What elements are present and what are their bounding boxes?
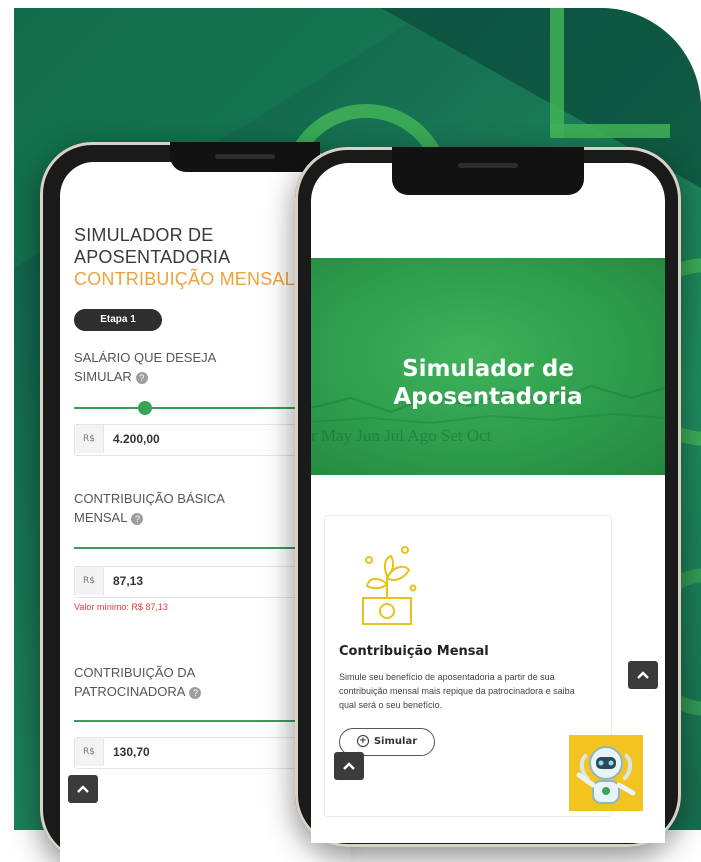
chevron-up-icon	[77, 785, 89, 793]
field-label-basic-contribution: CONTRIBUIÇÃO BÁSICA MENSAL?	[74, 489, 225, 527]
left-phone-notch	[170, 142, 320, 172]
field-label-sponsor-contribution: CONTRIBUIÇÃO DA PATROCINADORA?	[74, 663, 202, 701]
decor-line	[550, 8, 564, 138]
speaker-grille	[458, 163, 518, 168]
sponsor-contribution-value[interactable]: 130,70	[113, 738, 150, 766]
help-circle-icon[interactable]: ?	[189, 686, 202, 699]
right-phone-notch	[392, 147, 584, 195]
card-title: Contribuição Mensal	[339, 644, 489, 659]
robot-assistant-graphic	[576, 746, 636, 804]
field-label-text: PATROCINADORA	[74, 684, 186, 699]
speaker-grille	[215, 154, 275, 159]
chevron-up-icon	[637, 671, 649, 679]
hero-title-line: Simulador de	[402, 356, 574, 382]
hero-banner: r May Jun Jul Ago Set Oct Simulador de A…	[311, 258, 665, 475]
help-circle-icon[interactable]: ?	[131, 512, 144, 525]
help-circle-icon[interactable]: ?	[135, 371, 148, 384]
currency-prefix: R$	[75, 738, 104, 766]
field-label-text: MENSAL	[74, 510, 128, 525]
salary-value[interactable]: 4.200,00	[113, 425, 160, 453]
field-label-line: CONTRIBUIÇÃO DA	[74, 665, 196, 680]
field-label-line: SIMULAR?	[74, 367, 216, 386]
field-label-line: CONTRIBUIÇÃO BÁSICA	[74, 491, 225, 506]
basic-contribution-value[interactable]: 87,13	[113, 567, 143, 595]
simulator-title-line2: APOSENTADORIA	[74, 247, 231, 267]
step-badge: Etapa 1	[74, 309, 162, 331]
plus-circle-icon: +	[356, 735, 369, 747]
hero-background-months: r May Jun Jul Ago Set Oct	[311, 426, 492, 445]
field-label-salary: SALÁRIO QUE DESEJA SIMULAR?	[74, 348, 216, 386]
card-description: Simule seu benefício de aposentadoria a …	[339, 672, 575, 710]
simulator-title: SIMULADOR DE APOSENTADORIA CONTRIBUIÇÃO …	[74, 224, 295, 290]
simulate-button-label: Simular	[373, 736, 418, 747]
right-scroll-top-button[interactable]	[628, 661, 658, 689]
basic-contribution-error: Valor mínimo: R$ 87,13	[74, 602, 168, 612]
simulator-title-line1: SIMULADOR DE	[74, 225, 214, 245]
currency-prefix: R$	[75, 425, 104, 453]
hero-title-line: Aposentadoria	[393, 384, 583, 410]
chevron-up-icon	[343, 762, 355, 770]
currency-prefix: R$	[75, 567, 104, 595]
simulator-subtitle: CONTRIBUIÇÃO MENSAL	[74, 269, 295, 289]
salary-slider-handle[interactable]	[138, 401, 152, 415]
field-label-line: MENSAL?	[74, 508, 225, 527]
field-label-line: SALÁRIO QUE DESEJA	[74, 350, 217, 365]
robot-assistant-icon[interactable]	[569, 735, 643, 811]
right-phone-scroll-top-button[interactable]	[334, 752, 364, 780]
hero-title: Simulador de Aposentadoria	[311, 355, 665, 411]
field-label-text: SIMULAR	[74, 369, 132, 384]
field-label-line: PATROCINADORA?	[74, 682, 202, 701]
decor-line	[550, 124, 670, 138]
plant-money-icon	[362, 546, 417, 625]
left-scroll-top-button[interactable]	[68, 775, 98, 803]
